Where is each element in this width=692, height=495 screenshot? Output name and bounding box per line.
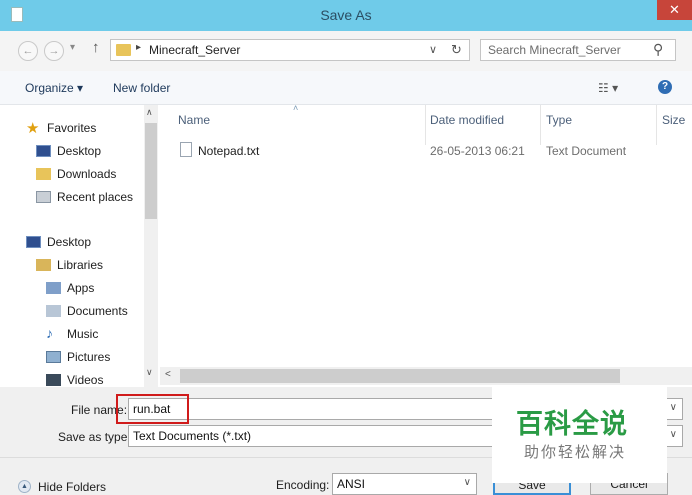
window-title: Save As [320,7,372,23]
column-divider [656,105,657,145]
refresh-icon[interactable]: ↻ [451,42,462,58]
hide-folders-label: Hide Folders [38,480,107,494]
sidebar-item-label: Recent places [57,190,134,204]
encoding-label: Encoding: [276,478,330,492]
sidebar-item-label: Libraries [57,258,104,272]
desktop-icon [26,236,41,248]
title-bar: Save As ✕ [0,0,692,31]
breadcrumb-separator-icon: ▸ [136,42,142,53]
search-icon[interactable]: ⚲ [653,41,663,58]
pictures-icon [46,351,61,363]
sidebar-item-label: Apps [67,281,95,295]
file-type: Text Document [546,144,627,158]
apps-icon [46,282,61,294]
downloads-icon [36,168,51,180]
navigation-pane: ★ Favorites Desktop Downloads Recent pla… [0,105,160,387]
sidebar-scrollbar[interactable]: ∧ ∨ [144,105,158,387]
organize-button[interactable]: Organize ▾ [25,81,83,95]
file-name-dropdown-icon[interactable]: ∨ [670,402,677,413]
address-bar[interactable]: ▸ Minecraft_Server ∨ ↻ [110,39,470,61]
sort-ascending-icon: ˄ [293,103,299,113]
file-list-horizontal-scrollbar[interactable]: < [160,367,692,385]
file-name-highlight-box [116,394,189,424]
recent-locations-dropdown[interactable]: ▾ [70,42,75,53]
file-list: ˄ Name Date modified Type Size Notepad.t… [160,103,692,387]
scroll-down-icon[interactable]: ∨ [146,367,153,378]
scroll-left-icon[interactable]: < [165,369,171,380]
search-box[interactable]: Search Minecraft_Server ⚲ [480,39,676,61]
encoding-dropdown-icon[interactable]: ∨ [464,477,471,488]
folder-icon [116,44,131,56]
encoding-value[interactable]: ANSI [337,477,365,491]
collapse-icon: ▲ [18,480,31,493]
column-header-date-modified[interactable]: Date modified [430,113,504,127]
sidebar-item-label: Pictures [67,350,111,364]
command-toolbar: Organize ▾ New folder ☷ ▾ ? [0,71,692,105]
help-icon[interactable]: ? [658,80,672,94]
watermark-title: 百科全说 [516,409,628,439]
change-view-icon[interactable]: ☷ ▾ [598,81,618,95]
music-icon: ♪ [46,325,53,341]
column-divider [425,105,426,145]
column-header-name[interactable]: Name [178,113,210,127]
documents-icon [46,305,61,317]
sidebar-item-label: Desktop [47,235,92,249]
scroll-up-icon[interactable]: ∧ [146,107,153,118]
scrollbar-thumb[interactable] [180,369,620,383]
file-date: 26-05-2013 06:21 [430,144,525,158]
sidebar-item-label: Desktop [57,144,102,158]
libraries-icon [36,259,51,271]
address-dropdown-icon[interactable]: ∨ [429,43,437,56]
sidebar-item-label: Favorites [47,121,97,135]
new-folder-button[interactable]: New folder [113,81,170,95]
recent-places-icon [36,191,51,203]
back-button[interactable]: ← [18,41,38,61]
watermark-logo: 百科全说 助你轻松解决 [492,386,667,483]
scrollbar-thumb[interactable] [145,123,157,219]
sidebar-item-label: Music [67,327,99,341]
navigation-bar: ← → ▾ ↑ ▸ Minecraft_Server ∨ ↻ Search Mi… [0,31,692,71]
save-as-type-label: Save as type: [58,430,131,444]
forward-button[interactable]: → [44,41,64,61]
table-row[interactable]: Notepad.txt 26-05-2013 06:21 Text Docume… [176,141,676,161]
column-header-size[interactable]: Size [662,113,685,127]
up-button[interactable]: ↑ [92,39,100,56]
save-as-type-value[interactable]: Text Documents (*.txt) [133,429,251,443]
videos-icon [46,374,61,386]
address-path[interactable]: Minecraft_Server [149,43,240,57]
close-button[interactable]: ✕ [657,0,692,20]
sidebar-item-label: Downloads [57,167,117,181]
desktop-icon [36,145,51,157]
encoding-select[interactable]: ANSI ∨ [332,473,477,495]
watermark-subtitle: 助你轻松解决 [524,444,627,461]
sidebar-item-label: Videos [67,373,104,387]
text-file-icon [180,142,192,157]
column-header-type[interactable]: Type [546,113,572,127]
sidebar-item-label: Documents [67,304,128,318]
column-divider [540,105,541,145]
save-as-type-dropdown-icon[interactable]: ∨ [670,429,677,440]
search-placeholder[interactable]: Search Minecraft_Server [488,43,621,57]
star-icon: ★ [26,120,40,137]
file-name: Notepad.txt [198,144,260,158]
